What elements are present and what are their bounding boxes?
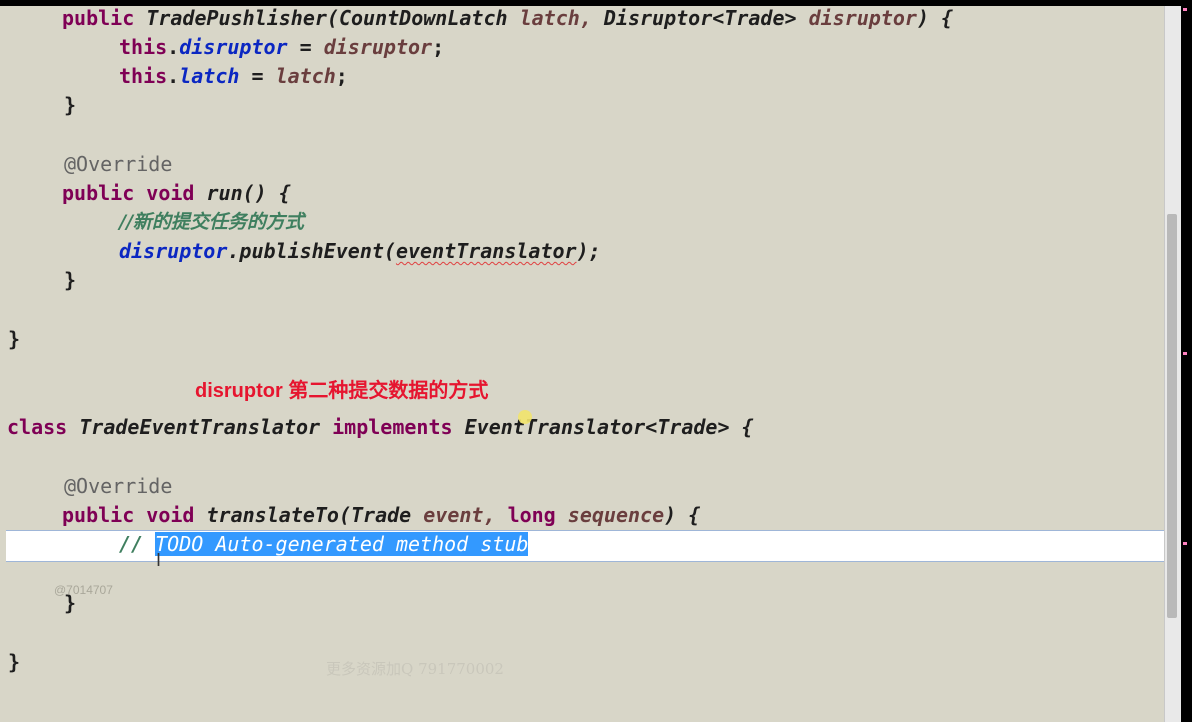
line-end: ) {: [916, 6, 954, 30]
keyword: class: [7, 415, 68, 439]
keyword: public: [62, 181, 135, 205]
class-name: TradeEventTranslator: [79, 415, 321, 439]
keyword: void: [146, 503, 195, 527]
line-end: ) {: [664, 503, 701, 527]
operator: =: [287, 35, 324, 59]
watermark-text: 更多资源加Q 791770002: [326, 660, 504, 678]
code-line-class-close[interactable]: }: [8, 648, 20, 677]
param-latch: latch,: [519, 6, 592, 30]
keyword: this: [119, 35, 168, 59]
field-latch: latch: [179, 64, 240, 88]
param-type: Disruptor<Trade>: [603, 6, 797, 30]
code-line-run-method[interactable]: public void run() {: [62, 179, 291, 208]
dot: .: [167, 64, 180, 88]
scrollbar-thumb[interactable]: [1167, 214, 1177, 618]
vertical-scrollbar[interactable]: [1164, 6, 1181, 722]
code-line-constructor[interactable]: public TradePushlisher(CountDownLatch la…: [62, 6, 953, 33]
constructor-name: TradePushlisher(CountDownLatch: [146, 6, 508, 30]
code-line-brace-close[interactable]: }: [64, 266, 76, 295]
value: latch: [275, 64, 336, 88]
param-sequence: sequence: [567, 503, 665, 527]
watermark-id: @7014707: [54, 583, 113, 597]
dot: .: [167, 35, 180, 59]
marker-icon: [1183, 8, 1187, 11]
code-line-assign-disruptor[interactable]: this.disruptor = disruptor;: [119, 33, 444, 62]
field-disruptor: disruptor: [179, 35, 288, 59]
marker-icon: [1183, 352, 1187, 355]
keyword: this: [119, 64, 168, 88]
value: disruptor: [323, 35, 433, 59]
method-name: run() {: [206, 181, 291, 205]
code-line-class-close[interactable]: }: [8, 325, 20, 354]
method-name: translateTo(Trade: [206, 503, 412, 527]
code-line-class-decl[interactable]: class TradeEventTranslator implements Ev…: [7, 413, 754, 442]
code-line-assign-latch[interactable]: this.latch = latch;: [119, 62, 348, 91]
line-end: );: [576, 239, 601, 263]
code-line-translate-to[interactable]: public void translateTo(Trade event, lon…: [62, 501, 700, 530]
code-line-annotation[interactable]: @Override: [64, 150, 172, 179]
interface-name: EventTranslator<Trade> {: [464, 415, 754, 439]
keyword: public: [62, 6, 135, 30]
code-line-todo[interactable]: // TODO Auto-generated method stub: [119, 530, 529, 559]
mouse-highlight-dot: [518, 410, 532, 424]
window-right-edge: [1181, 0, 1192, 722]
semicolon: ;: [335, 64, 348, 88]
text-cursor-icon: I: [156, 550, 162, 570]
selected-text[interactable]: TODO Auto-generated method stub: [155, 532, 529, 556]
param-disruptor: disruptor: [808, 6, 917, 30]
semicolon: ;: [432, 35, 445, 59]
keyword: implements: [332, 415, 453, 439]
code-line-brace-close[interactable]: }: [64, 91, 76, 120]
code-line-publish-event[interactable]: disruptor.publishEvent(eventTranslator);: [119, 237, 601, 266]
keyword: public: [62, 503, 135, 527]
field-disruptor: disruptor: [119, 239, 228, 263]
code-line-comment[interactable]: //新的提交任务的方式: [119, 208, 304, 237]
error-argument: eventTranslator: [395, 239, 577, 263]
code-editor[interactable]: public TradePushlisher(CountDownLatch la…: [0, 6, 1164, 722]
code-line-annotation[interactable]: @Override: [64, 472, 172, 501]
keyword: long: [507, 503, 556, 527]
param-event: event,: [423, 503, 496, 527]
red-annotation-caption: disruptor 第二种提交数据的方式: [195, 380, 489, 402]
keyword: void: [146, 181, 195, 205]
marker-icon: [1183, 542, 1187, 545]
method-call: .publishEvent(: [227, 239, 396, 263]
operator: =: [239, 64, 276, 88]
comment-slashes: //: [119, 532, 156, 556]
